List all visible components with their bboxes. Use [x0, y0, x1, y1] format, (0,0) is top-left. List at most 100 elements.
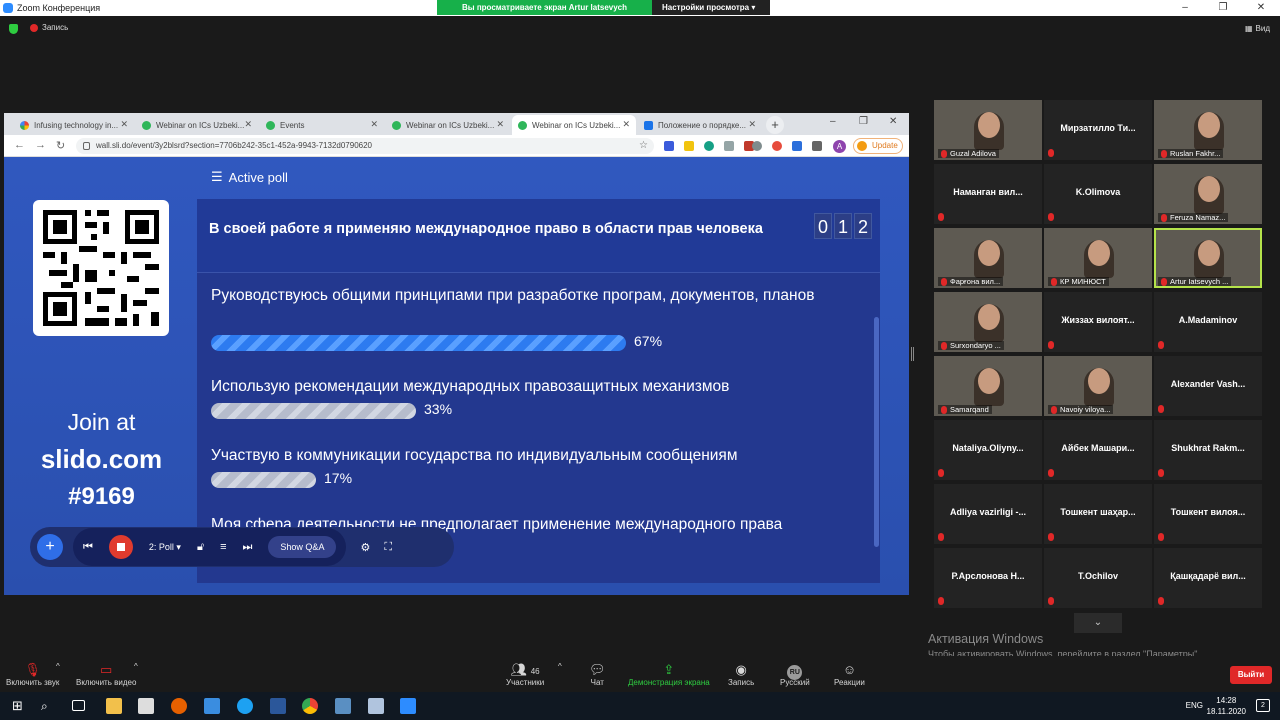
- start-video-button[interactable]: ▭ Включить видео: [76, 662, 136, 687]
- participant-tile[interactable]: Р.Арслонова Н...: [934, 548, 1042, 608]
- bookmark-star-icon[interactable]: ☆: [639, 138, 648, 154]
- participant-tile[interactable]: Мирзатилло Ти...: [1044, 100, 1152, 160]
- participant-tile[interactable]: Samarqand: [934, 356, 1042, 416]
- search-icon[interactable]: ⌕: [41, 698, 57, 714]
- participant-tile[interactable]: Surxondaryo ...: [934, 292, 1042, 352]
- participant-tile[interactable]: T.Ochilov: [1044, 548, 1152, 608]
- browser-maximize-icon[interactable]: ❐: [859, 116, 868, 127]
- video-options-caret[interactable]: ^: [134, 662, 138, 671]
- chat-button[interactable]: 💬︎ Чат: [589, 662, 606, 687]
- reactions-button[interactable]: ☺ Реакции: [834, 662, 865, 687]
- maximize-button[interactable]: ❐: [1204, 0, 1242, 16]
- extension-icon[interactable]: [752, 141, 762, 151]
- close-tab-icon[interactable]: ✕: [370, 119, 378, 130]
- recording-indicator[interactable]: Запись: [30, 23, 68, 32]
- close-tab-icon[interactable]: ✕: [496, 119, 504, 130]
- file-explorer-icon[interactable]: [106, 698, 122, 714]
- profile-avatar[interactable]: A: [833, 140, 846, 153]
- settings-gear-icon[interactable]: ⚙: [360, 541, 370, 554]
- stop-button[interactable]: [108, 535, 133, 559]
- browser-tab-2[interactable]: Webinar on ICs Uzbeki... ✕: [136, 115, 258, 135]
- word-icon[interactable]: [270, 698, 286, 714]
- firefox-icon[interactable]: [171, 698, 187, 714]
- participant-tile[interactable]: Navoiy viloya...: [1044, 356, 1152, 416]
- extension-icon[interactable]: [664, 141, 674, 151]
- participant-tile[interactable]: Guzal Adilova: [934, 100, 1042, 160]
- mail-icon[interactable]: [204, 698, 220, 714]
- new-tab-button[interactable]: +: [766, 116, 784, 134]
- participants-button[interactable]: 👥︎ 46 Участники: [506, 662, 544, 687]
- edge-icon[interactable]: [237, 698, 253, 714]
- participant-tile[interactable]: Наманган вил...: [934, 164, 1042, 224]
- extension-icon[interactable]: [684, 141, 694, 151]
- forward-arrow-icon[interactable]: →: [35, 139, 46, 151]
- participant-tile[interactable]: Жиззах вилоят...: [1044, 292, 1152, 352]
- app-icon[interactable]: [368, 698, 384, 714]
- results-icon[interactable]: ≡: [220, 541, 226, 553]
- record-button[interactable]: ◉ Запись: [728, 662, 754, 687]
- share-screen-button[interactable]: ⇪ Демонстрация экрана: [628, 662, 710, 687]
- browser-close-icon[interactable]: ✕: [889, 116, 897, 127]
- participant-tile[interactable]: K.Olimova: [1044, 164, 1152, 224]
- skip-previous-icon[interactable]: ⏮: [83, 541, 93, 554]
- participant-tile[interactable]: Тошкент вилоя...: [1154, 484, 1262, 544]
- poll-selector[interactable]: 2: Poll ▾: [149, 542, 181, 553]
- security-shield-icon[interactable]: [9, 24, 18, 34]
- gallery-next-page-button[interactable]: ⌄: [1074, 613, 1122, 633]
- close-tab-icon[interactable]: ✕: [244, 119, 252, 130]
- extension-icon[interactable]: [792, 141, 802, 151]
- keyboard-language[interactable]: ENG: [1186, 701, 1203, 710]
- participant-tile[interactable]: Ruslan Fakhr...: [1154, 100, 1262, 160]
- extension-icon[interactable]: [724, 141, 734, 151]
- browser-tab-3[interactable]: Events ✕: [260, 115, 384, 135]
- participant-tile[interactable]: Adliya vazirligi -...: [934, 484, 1042, 544]
- task-view-icon[interactable]: [72, 700, 85, 711]
- close-tab-icon[interactable]: ✕: [622, 119, 630, 130]
- view-button[interactable]: ▦ Вид: [1245, 24, 1270, 33]
- close-tab-icon[interactable]: ✕: [748, 119, 756, 130]
- back-arrow-icon[interactable]: ←: [14, 139, 25, 151]
- participant-tile[interactable]: A.Madaminov: [1154, 292, 1262, 352]
- skip-next-icon[interactable]: ⏭: [243, 541, 253, 554]
- app-icon[interactable]: [335, 698, 351, 714]
- participant-tile[interactable]: Nataliya.Oliyny...: [934, 420, 1042, 480]
- reload-icon[interactable]: ↻: [56, 139, 65, 152]
- adblock-icon[interactable]: [772, 141, 782, 151]
- add-button[interactable]: +: [37, 534, 63, 560]
- split-resize-handle[interactable]: [911, 347, 914, 361]
- show-qa-button[interactable]: Show Q&A: [268, 536, 337, 558]
- unmute-button[interactable]: 🎙︎ Включить звук: [6, 662, 59, 687]
- leave-meeting-button[interactable]: Выйти: [1230, 666, 1272, 684]
- participant-tile[interactable]: Фарғона вил...: [934, 228, 1042, 288]
- participant-tile[interactable]: Айбек Машари...: [1044, 420, 1152, 480]
- participant-tile[interactable]: Feruza Namaz...: [1154, 164, 1262, 224]
- lock-poll-icon[interactable]: 🔓︎: [197, 541, 204, 554]
- close-button[interactable]: ✕: [1242, 0, 1280, 16]
- browser-tab-active[interactable]: Webinar on ICs Uzbeki... ✕: [512, 115, 636, 135]
- windows-start-icon[interactable]: ⊞: [12, 698, 28, 714]
- participants-options-caret[interactable]: ^: [558, 662, 562, 671]
- close-tab-icon[interactable]: ✕: [120, 119, 128, 130]
- store-icon[interactable]: [138, 698, 154, 714]
- participant-tile[interactable]: Alexander Vash...: [1154, 356, 1262, 416]
- zoom-taskbar-icon[interactable]: [400, 698, 416, 714]
- browser-tab-6[interactable]: Положение о порядке... ✕: [638, 115, 762, 135]
- participant-tile[interactable]: Қашқадарё вил...: [1154, 548, 1262, 608]
- poll-scrollbar[interactable]: [874, 317, 879, 547]
- minimize-button[interactable]: –: [1166, 0, 1204, 16]
- notification-center-icon[interactable]: 2: [1256, 699, 1270, 712]
- view-options-button[interactable]: Настройки просмотра ▾: [652, 0, 770, 15]
- fullscreen-icon[interactable]: ⛶: [384, 541, 392, 554]
- address-bar[interactable]: wall.sli.do/event/3y2blsrd?section=7706b…: [76, 138, 654, 154]
- chrome-icon[interactable]: [302, 698, 318, 714]
- puzzle-extensions-icon[interactable]: [812, 141, 822, 151]
- participant-tile[interactable]: Тошкент шаҳар...: [1044, 484, 1152, 544]
- browser-minimize-icon[interactable]: –: [830, 116, 836, 127]
- update-button[interactable]: Update: [853, 138, 903, 154]
- system-clock[interactable]: 14:28 18.11.2020: [1207, 695, 1246, 717]
- participant-tile[interactable]: Artur Iatsevych ...: [1154, 228, 1262, 288]
- audio-options-caret[interactable]: ^: [56, 662, 60, 671]
- browser-tab-4[interactable]: Webinar on ICs Uzbeki... ✕: [386, 115, 510, 135]
- browser-tab-1[interactable]: Infusing technology in... ✕: [14, 115, 134, 135]
- language-interpretation-button[interactable]: RU Русский: [780, 662, 810, 687]
